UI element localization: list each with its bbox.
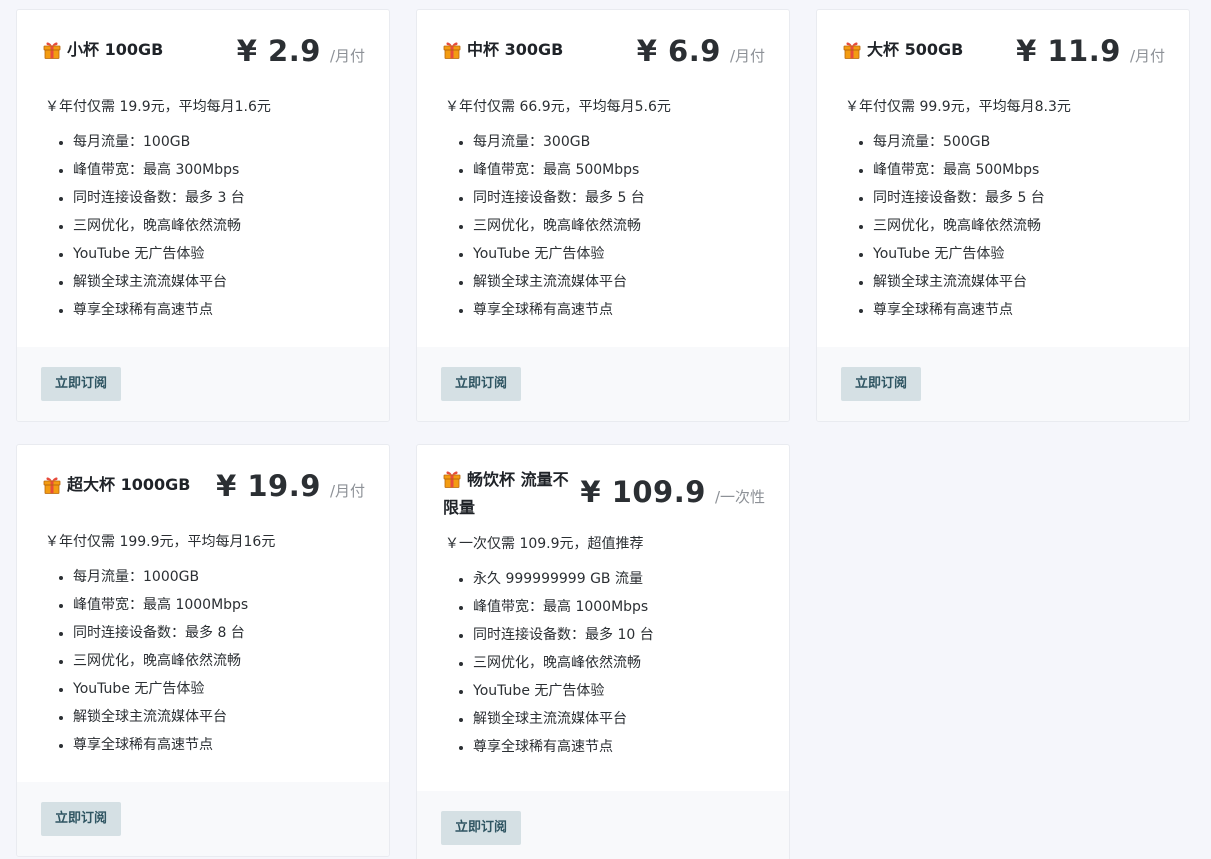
feature-item: 峰值带宽：最高 500Mbps [473, 156, 765, 184]
price-amount: ¥ 11.9 [1016, 34, 1121, 68]
feature-item: 三网优化，晚高峰依然流畅 [473, 649, 765, 677]
plan-title: 大杯 500GB [843, 36, 963, 64]
feature-item: 解锁全球主流流媒体平台 [473, 268, 765, 296]
plan-card: 中杯 300GB ¥ 6.9 /月付 ￥年付仅需 66.9元，平均每月5.6元 … [416, 9, 790, 422]
price-amount: ¥ 6.9 [636, 34, 721, 68]
feature-list: 每月流量：500GB峰值带宽：最高 500Mbps同时连接设备数：最多 5 台三… [843, 128, 1165, 324]
feature-list: 每月流量：1000GB峰值带宽：最高 1000Mbps同时连接设备数：最多 8 … [43, 563, 365, 759]
plan-name: 小杯 100GB [67, 40, 164, 59]
plan-price: ¥ 2.9 /月付 [237, 34, 365, 68]
feature-item: 峰值带宽：最高 1000Mbps [473, 593, 765, 621]
plan-name: 中杯 300GB [467, 40, 564, 59]
feature-item: 同时连接设备数：最多 5 台 [873, 184, 1165, 212]
feature-item: 尊享全球稀有高速节点 [473, 733, 765, 761]
plan-name-text: 畅饮杯 流量不限量 [443, 470, 569, 517]
feature-item: 每月流量：500GB [873, 128, 1165, 156]
plan-header: 大杯 500GB ¥ 11.9 /月付 [843, 34, 1165, 88]
plan-footer: 立即订阅 [417, 347, 789, 421]
gift-icon [43, 40, 61, 59]
price-amount: ¥ 2.9 [236, 34, 321, 68]
feature-item: 尊享全球稀有高速节点 [873, 296, 1165, 324]
feature-item: 同时连接设备数：最多 10 台 [473, 621, 765, 649]
subscribe-button[interactable]: 立即订阅 [841, 367, 922, 401]
plan-name: 大杯 500GB [867, 40, 964, 59]
feature-item: 每月流量：100GB [73, 128, 365, 156]
feature-item: 峰值带宽：最高 500Mbps [873, 156, 1165, 184]
plan-card: 超大杯 1000GB ¥ 19.9 /月付 ￥年付仅需 199.9元，平均每月1… [16, 444, 390, 857]
plan-name: 畅饮杯 流量不限量 [443, 465, 580, 522]
feature-item: 三网优化，晚高峰依然流畅 [73, 212, 365, 240]
price-unit: /月付 [329, 482, 365, 500]
feature-item: 同时连接设备数：最多 5 台 [473, 184, 765, 212]
feature-item: 尊享全球稀有高速节点 [473, 296, 765, 324]
feature-item: 峰值带宽：最高 300Mbps [73, 156, 365, 184]
plan-title: 中杯 300GB [443, 36, 563, 64]
gift-icon [843, 40, 861, 59]
feature-item: YouTube 无广告体验 [873, 240, 1165, 268]
plan-header: 中杯 300GB ¥ 6.9 /月付 [443, 34, 765, 88]
price-unit: /一次性 [714, 488, 765, 506]
feature-item: 尊享全球稀有高速节点 [73, 296, 365, 324]
feature-item: 永久 999999999 GB 流量 [473, 565, 765, 593]
subscribe-button[interactable]: 立即订阅 [441, 367, 522, 401]
price-unit: /月付 [729, 47, 765, 65]
feature-list: 永久 999999999 GB 流量峰值带宽：最高 1000Mbps同时连接设备… [443, 565, 765, 761]
plan-title: 超大杯 1000GB [43, 471, 190, 499]
feature-item: 每月流量：300GB [473, 128, 765, 156]
feature-item: 三网优化，晚高峰依然流畅 [73, 647, 365, 675]
feature-item: YouTube 无广告体验 [73, 240, 365, 268]
feature-item: 峰值带宽：最高 1000Mbps [73, 591, 365, 619]
price-unit: /月付 [329, 47, 365, 65]
plan-summary: ￥年付仅需 19.9元，平均每月1.6元 [45, 99, 271, 115]
plan-card: 畅饮杯 流量不限量 ¥ 109.9 /一次性 ￥一次仅需 109.9元，超值推荐… [416, 444, 790, 859]
plan-summary: ￥一次仅需 109.9元，超值推荐 [445, 536, 644, 552]
plan-title: 小杯 100GB [43, 36, 163, 64]
feature-item: YouTube 无广告体验 [473, 677, 765, 705]
gift-icon [443, 469, 461, 488]
plan-price: ¥ 109.9 /一次性 [580, 475, 765, 509]
plan-price: ¥ 6.9 /月付 [637, 34, 765, 68]
feature-item: 解锁全球主流流媒体平台 [73, 268, 365, 296]
plan-header: 畅饮杯 流量不限量 ¥ 109.9 /一次性 [443, 465, 765, 533]
subscribe-button[interactable]: 立即订阅 [441, 811, 522, 845]
plan-summary: ￥年付仅需 99.9元，平均每月8.3元 [845, 99, 1071, 115]
subscribe-button[interactable]: 立即订阅 [41, 802, 122, 836]
gift-icon [43, 475, 61, 494]
plan-header: 超大杯 1000GB ¥ 19.9 /月付 [43, 469, 365, 523]
plan-price: ¥ 19.9 /月付 [216, 469, 365, 503]
plan-summary: ￥年付仅需 199.9元，平均每月16元 [45, 534, 276, 550]
plan-footer: 立即订阅 [817, 347, 1189, 421]
feature-item: 解锁全球主流流媒体平台 [473, 705, 765, 733]
price-amount: ¥ 19.9 [216, 469, 321, 503]
feature-item: YouTube 无广告体验 [473, 240, 765, 268]
plan-title: 畅饮杯 流量不限量 [443, 465, 580, 522]
feature-item: 每月流量：1000GB [73, 563, 365, 591]
feature-item: 三网优化，晚高峰依然流畅 [473, 212, 765, 240]
price-amount: ¥ 109.9 [580, 475, 706, 509]
plan-card: 大杯 500GB ¥ 11.9 /月付 ￥年付仅需 99.9元，平均每月8.3元… [816, 9, 1190, 422]
gift-icon [443, 40, 461, 59]
plan-footer: 立即订阅 [417, 791, 789, 859]
plan-header: 小杯 100GB ¥ 2.9 /月付 [43, 34, 365, 88]
feature-list: 每月流量：100GB峰值带宽：最高 300Mbps同时连接设备数：最多 3 台三… [43, 128, 365, 324]
feature-list: 每月流量：300GB峰值带宽：最高 500Mbps同时连接设备数：最多 5 台三… [443, 128, 765, 324]
price-unit: /月付 [1129, 47, 1165, 65]
feature-item: 同时连接设备数：最多 8 台 [73, 619, 365, 647]
feature-item: 三网优化，晚高峰依然流畅 [873, 212, 1165, 240]
feature-item: 尊享全球稀有高速节点 [73, 731, 365, 759]
feature-item: 解锁全球主流流媒体平台 [873, 268, 1165, 296]
feature-item: 解锁全球主流流媒体平台 [73, 703, 365, 731]
plan-footer: 立即订阅 [17, 782, 389, 856]
plan-summary: ￥年付仅需 66.9元，平均每月5.6元 [445, 99, 671, 115]
plan-name: 超大杯 1000GB [67, 475, 191, 494]
plan-card: 小杯 100GB ¥ 2.9 /月付 ￥年付仅需 19.9元，平均每月1.6元 … [16, 9, 390, 422]
feature-item: 同时连接设备数：最多 3 台 [73, 184, 365, 212]
plan-price: ¥ 11.9 /月付 [1016, 34, 1165, 68]
subscribe-button[interactable]: 立即订阅 [41, 367, 122, 401]
plan-footer: 立即订阅 [17, 347, 389, 421]
feature-item: YouTube 无广告体验 [73, 675, 365, 703]
